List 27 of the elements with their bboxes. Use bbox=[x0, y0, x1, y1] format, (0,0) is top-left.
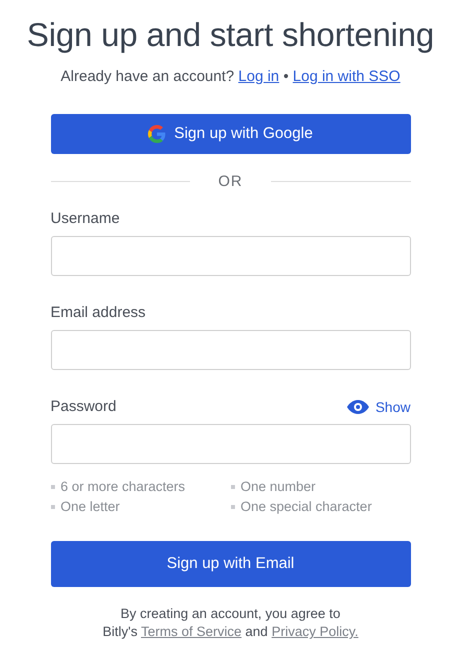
google-logo-icon bbox=[148, 125, 166, 143]
field-label: Password bbox=[50, 398, 116, 415]
field-label: Email address bbox=[50, 304, 146, 321]
bullet-icon bbox=[50, 504, 54, 508]
login-prompt: Already have an account? Log in • Log in with SSO bbox=[60, 68, 400, 85]
show-password-button[interactable]: Show bbox=[347, 398, 410, 414]
or-divider-text: OR bbox=[217, 173, 244, 190]
requirement-text: One letter bbox=[60, 499, 120, 514]
bullet-icon bbox=[230, 504, 234, 508]
field-label: Username bbox=[50, 210, 120, 227]
email-signup-button[interactable]: Sign up with Email bbox=[50, 541, 410, 587]
bullet-icon bbox=[230, 484, 234, 488]
password-field[interactable] bbox=[50, 424, 410, 464]
terms-link[interactable]: Terms of Service bbox=[140, 624, 242, 639]
input-field[interactable] bbox=[50, 330, 410, 370]
login-link[interactable]: Log in bbox=[238, 68, 280, 85]
google-signup-button[interactable]: Sign up with Google bbox=[50, 114, 410, 154]
requirement-text: One special character bbox=[240, 499, 372, 514]
privacy-link[interactable]: Privacy Policy. bbox=[272, 624, 358, 639]
requirement-text: One number bbox=[240, 479, 316, 494]
input-field[interactable] bbox=[50, 236, 410, 276]
agreement-text: By creating an account, you agree to Bitly's Terms of Service and Privacy Policy. bbox=[102, 605, 358, 641]
requirement-text: 6 or more characters bbox=[60, 479, 186, 494]
page-title: Sign up and start shortening bbox=[26, 16, 434, 54]
bullet-icon bbox=[50, 484, 54, 488]
sso-login-link[interactable]: Log in with SSO bbox=[292, 68, 400, 85]
eye-icon bbox=[347, 400, 370, 414]
